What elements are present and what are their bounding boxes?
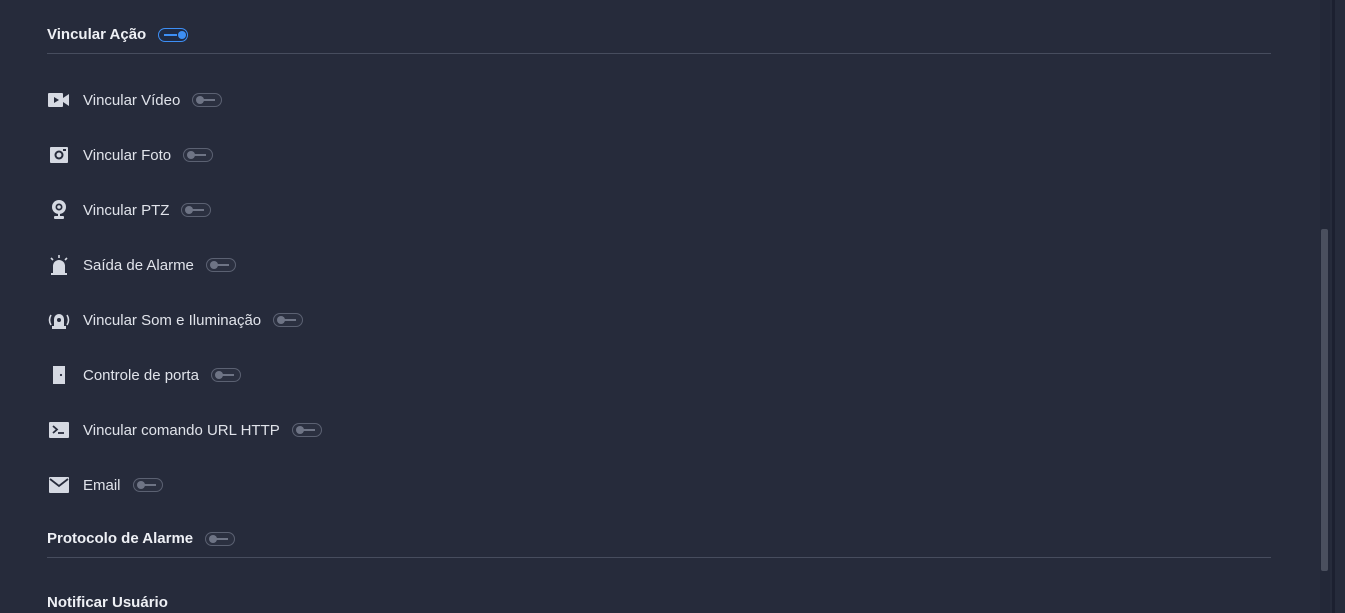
alarm-output-label: Saída de Alarme [83,256,194,274]
link-photo-toggle[interactable] [183,148,214,162]
link-video-toggle[interactable] [192,93,223,107]
alarm-output-toggle[interactable] [205,258,236,272]
link-video-row: Vincular Vídeo [47,88,223,112]
link-video-label: Vincular Vídeo [83,91,181,109]
alarm-protocol-title: Protocolo de Alarme [47,530,194,547]
sound-light-icon [47,308,71,332]
email-label: Email [83,476,121,494]
notify-user-title: Notificar Usuário [47,594,168,611]
http-url-label: Vincular comando URL HTTP [83,421,280,439]
alarm-protocol-toggle[interactable] [205,531,236,546]
link-action-divider [47,53,1271,54]
notify-user-header: Notificar Usuário [47,594,1271,611]
email-row: Email [47,473,163,497]
http-url-row: Vincular comando URL HTTP [47,418,322,442]
link-ptz-label: Vincular PTZ [83,201,170,219]
link-ptz-row: Vincular PTZ [47,198,212,222]
http-url-toggle[interactable] [291,423,322,437]
sound-light-label: Vincular Som e Iluminação [83,311,262,329]
link-photo-row: Vincular Foto [47,143,214,167]
link-action-toggle[interactable] [158,27,189,42]
link-ptz-toggle[interactable] [181,203,212,217]
envelope-icon [47,473,71,497]
door-control-row: Controle de porta [47,363,241,387]
sound-light-toggle[interactable] [273,313,304,327]
link-action-header: Vincular Ação [47,26,1271,43]
alarm-output-row: Saída de Alarme [47,253,236,277]
email-toggle[interactable] [132,478,163,492]
door-control-label: Controle de porta [83,366,199,384]
camera-photo-icon [47,143,71,167]
scrollbar-thumb[interactable] [1321,229,1328,571]
terminal-icon [47,418,71,442]
link-action-title: Vincular Ação [47,26,147,43]
alarm-protocol-header: Protocolo de Alarme [47,530,1271,547]
alarm-siren-icon [47,253,71,277]
sound-light-row: Vincular Som e Iluminação [47,308,304,332]
alarm-protocol-divider [47,557,1271,558]
link-photo-label: Vincular Foto [83,146,172,164]
ptz-camera-icon [47,198,71,222]
window-edge [1332,0,1335,613]
door-control-toggle[interactable] [210,368,241,382]
door-icon [47,363,71,387]
video-camera-icon [47,88,71,112]
